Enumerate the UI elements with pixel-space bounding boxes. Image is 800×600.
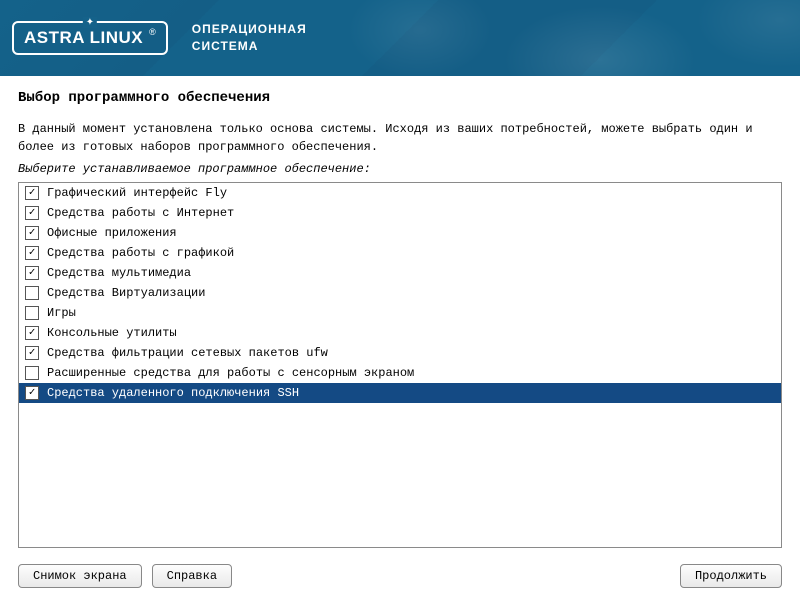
list-item-label: Графический интерфейс Fly xyxy=(47,186,227,200)
list-item-label: Офисные приложения xyxy=(47,226,177,240)
list-item-label: Средства работы с Интернет xyxy=(47,206,234,220)
checkbox[interactable]: ✓ xyxy=(25,346,39,360)
spacer xyxy=(242,564,670,588)
page-description: В данный момент установлена только основ… xyxy=(18,120,782,156)
list-item-label: Средства фильтрации сетевых пакетов ufw xyxy=(47,346,328,360)
list-item-label: Средства Виртуализации xyxy=(47,286,205,300)
checkbox[interactable]: ✓ xyxy=(25,246,39,260)
page-instruction: Выберите устанавливаемое программное обе… xyxy=(18,162,782,176)
brand-subtitle: ОПЕРАЦИОННАЯ СИСТЕМА xyxy=(192,21,307,55)
footer-bar: Снимок экрана Справка Продолжить xyxy=(18,564,782,588)
list-item[interactable]: Расширенные средства для работы с сенсор… xyxy=(19,363,781,383)
subtitle-line-1: ОПЕРАЦИОННАЯ xyxy=(192,21,307,38)
brand-logo: ✦ ASTRA LINUX ® xyxy=(12,21,168,55)
list-item[interactable]: Средства Виртуализации xyxy=(19,283,781,303)
checkbox[interactable]: ✓ xyxy=(25,386,39,400)
checkbox[interactable] xyxy=(25,286,39,300)
help-button[interactable]: Справка xyxy=(152,564,232,588)
list-item-label: Расширенные средства для работы с сенсор… xyxy=(47,366,414,380)
list-item-label: Средства работы с графикой xyxy=(47,246,234,260)
list-item[interactable]: ✓ Графический интерфейс Fly xyxy=(19,183,781,203)
list-item-label: Консольные утилиты xyxy=(47,326,177,340)
list-item[interactable]: ✓ Консольные утилиты xyxy=(19,323,781,343)
list-item-label: Средства мультимедиа xyxy=(47,266,191,280)
checkbox[interactable]: ✓ xyxy=(25,226,39,240)
list-item[interactable]: ✓ Средства удаленного подключения SSH xyxy=(19,383,781,403)
star-icon: ✦ xyxy=(83,17,97,28)
main-content: Выбор программного обеспечения В данный … xyxy=(0,76,800,558)
registered-mark: ® xyxy=(149,27,156,37)
checkbox[interactable]: ✓ xyxy=(25,326,39,340)
list-item[interactable]: ✓ Офисные приложения xyxy=(19,223,781,243)
checkbox[interactable]: ✓ xyxy=(25,266,39,280)
list-item-label: Игры xyxy=(47,306,76,320)
list-item[interactable]: ✓ Средства фильтрации сетевых пакетов ufw xyxy=(19,343,781,363)
screenshot-button[interactable]: Снимок экрана xyxy=(18,564,142,588)
brand-name: ASTRA LINUX xyxy=(24,28,143,48)
page-title: Выбор программного обеспечения xyxy=(18,90,782,106)
list-item-label: Средства удаленного подключения SSH xyxy=(47,386,299,400)
checkbox[interactable]: ✓ xyxy=(25,186,39,200)
list-item[interactable]: ✓ Средства мультимедиа xyxy=(19,263,781,283)
software-list[interactable]: ✓ Графический интерфейс Fly ✓ Средства рабо… xyxy=(18,182,782,548)
checkbox[interactable] xyxy=(25,366,39,380)
checkbox[interactable]: ✓ xyxy=(25,206,39,220)
list-item[interactable]: Игры xyxy=(19,303,781,323)
subtitle-line-2: СИСТЕМА xyxy=(192,38,307,55)
list-item[interactable]: ✓ Средства работы с Интернет xyxy=(19,203,781,223)
header-banner: ✦ ASTRA LINUX ® ОПЕРАЦИОННАЯ СИСТЕМА xyxy=(0,0,800,76)
continue-button[interactable]: Продолжить xyxy=(680,564,782,588)
checkbox[interactable] xyxy=(25,306,39,320)
list-item[interactable]: ✓ Средства работы с графикой xyxy=(19,243,781,263)
